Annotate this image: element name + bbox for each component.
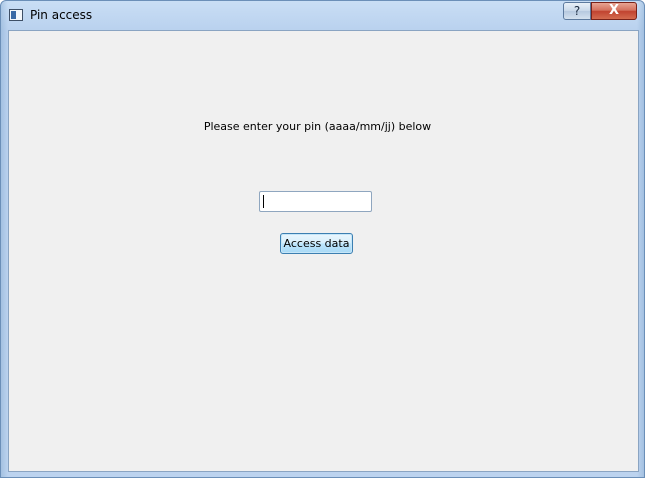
pin-input[interactable] [259, 191, 372, 212]
title-bar[interactable]: Pin access ? X [1, 1, 644, 30]
text-caret [263, 195, 264, 208]
dialog-body: Please enter your pin (aaaa/mm/jj) below… [8, 30, 639, 472]
help-icon: ? [573, 4, 581, 18]
application-window-icon[interactable] [9, 9, 23, 21]
access-data-button[interactable]: Access data [280, 233, 353, 254]
help-button[interactable]: ? [563, 2, 591, 20]
close-button[interactable]: X [591, 2, 637, 20]
window-title: Pin access [30, 8, 93, 22]
pin-prompt-label: Please enter your pin (aaaa/mm/jj) below [203, 120, 432, 133]
close-icon: X [608, 3, 620, 18]
pin-access-window: Pin access ? X Please enter your pin (aa… [0, 0, 645, 478]
